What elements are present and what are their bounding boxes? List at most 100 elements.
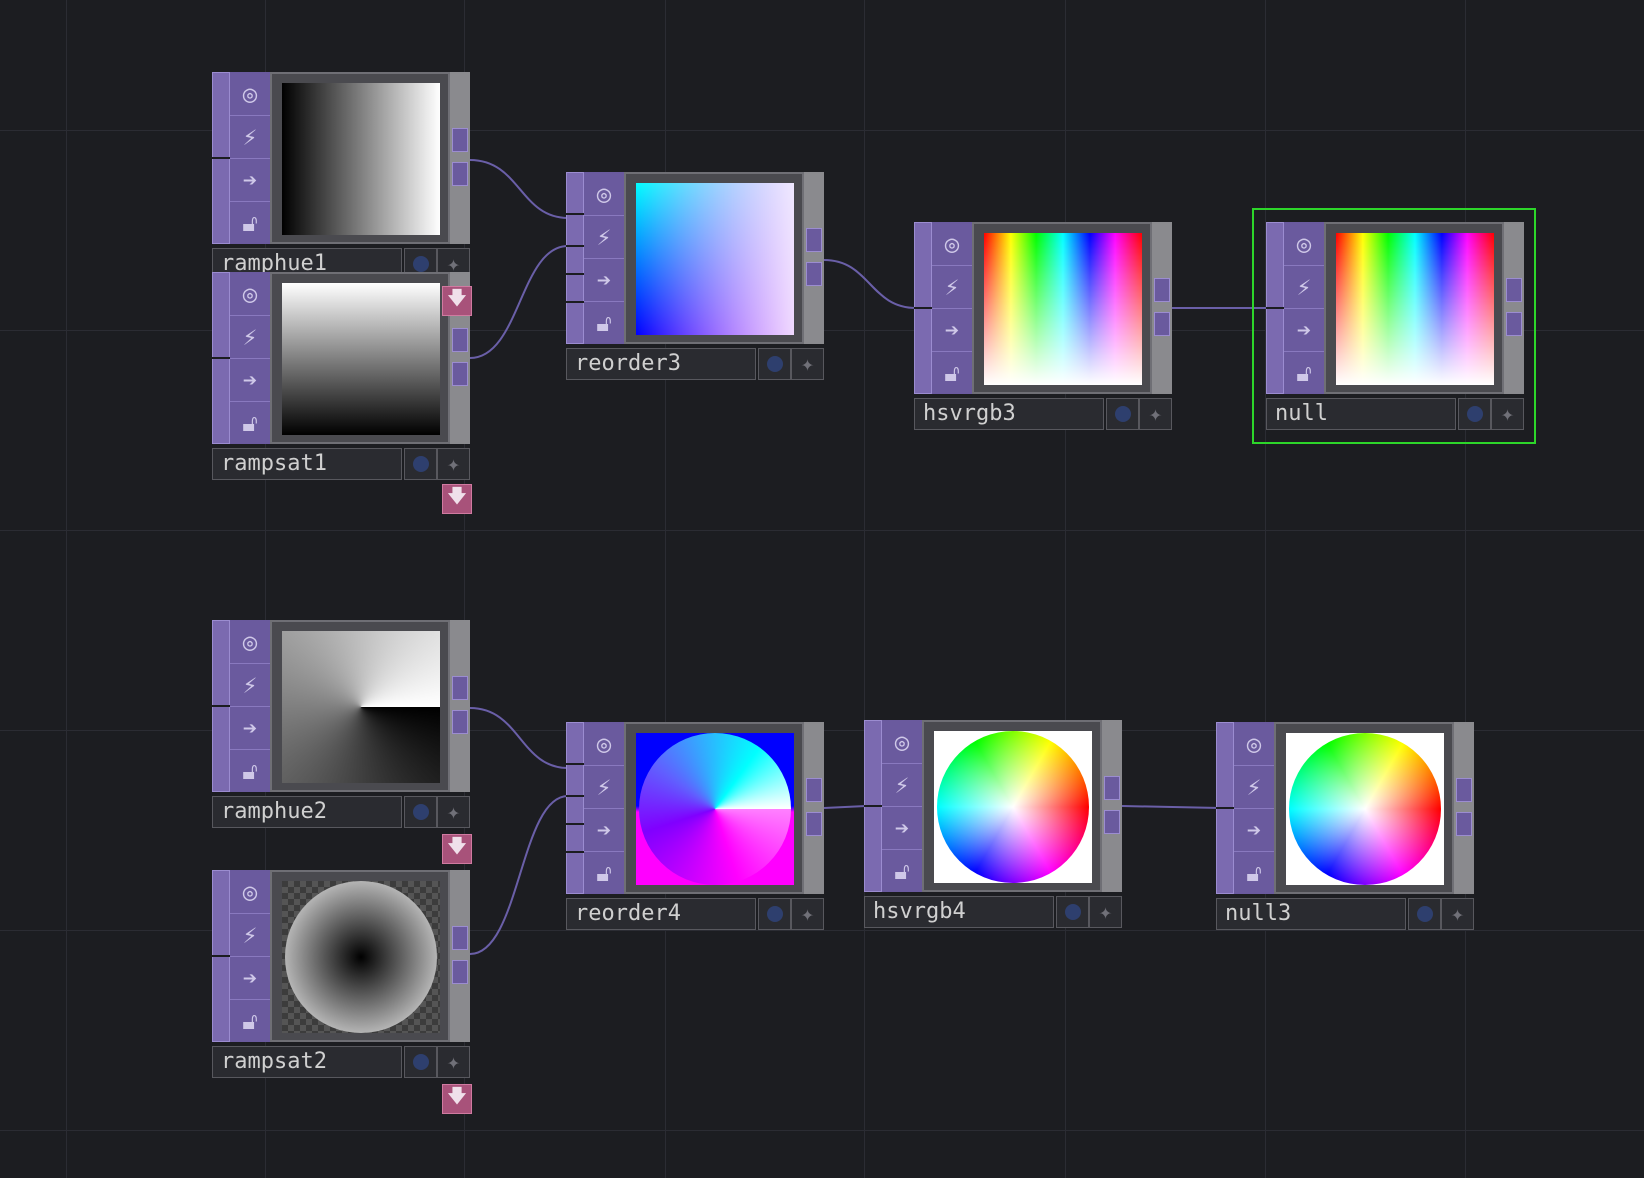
lock-icon[interactable]: 🔓︎ bbox=[584, 301, 624, 344]
node-name[interactable]: null bbox=[1266, 398, 1456, 430]
node-reorder4[interactable]: ◎ ⚡ ➔ 🔓︎ reorder4 ✦ bbox=[566, 722, 824, 930]
download-arrow-icon[interactable]: 🡇 bbox=[442, 834, 472, 864]
bypass-arrow-icon[interactable]: ➔ bbox=[230, 158, 270, 201]
display-dot-icon[interactable] bbox=[404, 1046, 437, 1078]
viewer-icon[interactable]: ◎ bbox=[230, 620, 270, 663]
download-arrow-icon[interactable]: 🡇 bbox=[442, 484, 472, 514]
input-strip[interactable] bbox=[914, 222, 933, 394]
lock-icon[interactable]: 🔓︎ bbox=[230, 999, 270, 1042]
lock-icon[interactable]: 🔓︎ bbox=[932, 351, 972, 394]
bypass-arrow-icon[interactable]: ➔ bbox=[882, 806, 922, 849]
output-connector[interactable] bbox=[1456, 778, 1472, 802]
output-connector[interactable] bbox=[452, 710, 468, 734]
cook-flag-icon[interactable]: ⚡ bbox=[230, 913, 270, 956]
node-hsvrgb3[interactable]: ◎ ⚡ ➔ 🔓︎ hsvrgb3 ✦ bbox=[914, 222, 1172, 430]
viewer-icon[interactable]: ◎ bbox=[584, 172, 624, 215]
cook-flag-icon[interactable]: ⚡ bbox=[932, 265, 972, 308]
lock-icon[interactable]: 🔓︎ bbox=[1284, 351, 1324, 394]
output-connector[interactable] bbox=[1506, 278, 1522, 302]
bypass-arrow-icon[interactable]: ➔ bbox=[230, 706, 270, 749]
cook-flag-icon[interactable]: ⚡ bbox=[1234, 765, 1274, 808]
node-rampsat2[interactable]: ◎ ⚡ ➔ 🔓︎ rampsat2 ✦ 🡇 bbox=[212, 870, 472, 1114]
input-strip[interactable] bbox=[1266, 222, 1285, 394]
output-connector[interactable] bbox=[452, 362, 468, 386]
viewer-icon[interactable]: ◎ bbox=[230, 272, 270, 315]
output-connector[interactable] bbox=[452, 128, 468, 152]
render-star-icon[interactable]: ✦ bbox=[791, 898, 824, 930]
lock-icon[interactable]: 🔓︎ bbox=[230, 401, 270, 444]
input-strip[interactable] bbox=[1216, 722, 1235, 894]
viewer-icon[interactable]: ◎ bbox=[1284, 222, 1324, 265]
output-connector[interactable] bbox=[1104, 776, 1120, 800]
cook-flag-icon[interactable]: ⚡ bbox=[584, 765, 624, 808]
cook-flag-icon[interactable]: ⚡ bbox=[230, 663, 270, 706]
display-dot-icon[interactable] bbox=[1056, 896, 1089, 928]
input-strip[interactable] bbox=[864, 720, 883, 892]
bypass-arrow-icon[interactable]: ➔ bbox=[584, 808, 624, 851]
input-strip[interactable] bbox=[212, 72, 231, 244]
viewer-icon[interactable]: ◎ bbox=[230, 870, 270, 913]
bypass-arrow-icon[interactable]: ➔ bbox=[230, 956, 270, 999]
lock-icon[interactable]: 🔓︎ bbox=[230, 201, 270, 244]
node-ramphue1[interactable]: ◎ ⚡ ➔ 🔓︎ ramphue1 ✦ bbox=[212, 72, 470, 280]
viewer-icon[interactable]: ◎ bbox=[584, 722, 624, 765]
output-connector[interactable] bbox=[1456, 812, 1472, 836]
cook-flag-icon[interactable]: ⚡ bbox=[1284, 265, 1324, 308]
input-strip[interactable] bbox=[566, 722, 585, 894]
output-connector[interactable] bbox=[1154, 278, 1170, 302]
cook-flag-icon[interactable]: ⚡ bbox=[230, 315, 270, 358]
bypass-arrow-icon[interactable]: ➔ bbox=[1234, 808, 1274, 851]
display-dot-icon[interactable] bbox=[404, 448, 437, 480]
input-strip[interactable] bbox=[212, 272, 231, 444]
node-name[interactable]: null3 bbox=[1216, 898, 1406, 930]
input-strip[interactable] bbox=[212, 620, 231, 792]
render-star-icon[interactable]: ✦ bbox=[437, 448, 470, 480]
bypass-arrow-icon[interactable]: ➔ bbox=[1284, 308, 1324, 351]
output-connector[interactable] bbox=[452, 960, 468, 984]
input-strip[interactable] bbox=[566, 172, 585, 344]
output-connector[interactable] bbox=[452, 328, 468, 352]
bypass-arrow-icon[interactable]: ➔ bbox=[230, 358, 270, 401]
node-null3[interactable]: ◎ ⚡ ➔ 🔓︎ null3 ✦ bbox=[1216, 722, 1474, 930]
output-connector[interactable] bbox=[1506, 312, 1522, 336]
network-editor[interactable]: ◎ ⚡ ➔ 🔓︎ ramphue1 ✦ ◎ ⚡ ➔ 🔓︎ rampsat1 ✦ … bbox=[0, 0, 1644, 1178]
output-connector[interactable] bbox=[452, 926, 468, 950]
node-name[interactable]: ramphue2 bbox=[212, 796, 402, 828]
cook-flag-icon[interactable]: ⚡ bbox=[882, 763, 922, 806]
viewer-icon[interactable]: ◎ bbox=[1234, 722, 1274, 765]
render-star-icon[interactable]: ✦ bbox=[1089, 896, 1122, 928]
lock-icon[interactable]: 🔓︎ bbox=[584, 851, 624, 894]
node-null[interactable]: ◎ ⚡ ➔ 🔓︎ null ✦ bbox=[1252, 208, 1536, 444]
bypass-arrow-icon[interactable]: ➔ bbox=[932, 308, 972, 351]
node-name[interactable]: hsvrgb4 bbox=[864, 896, 1054, 928]
output-connector[interactable] bbox=[452, 162, 468, 186]
output-connector[interactable] bbox=[806, 228, 822, 252]
display-dot-icon[interactable] bbox=[404, 796, 437, 828]
render-star-icon[interactable]: ✦ bbox=[437, 1046, 470, 1078]
display-dot-icon[interactable] bbox=[758, 898, 791, 930]
node-rampsat1[interactable]: ◎ ⚡ ➔ 🔓︎ rampsat1 ✦ 🡇 🡇 bbox=[212, 272, 472, 514]
node-name[interactable]: rampsat1 bbox=[212, 448, 402, 480]
cook-flag-icon[interactable]: ⚡ bbox=[230, 115, 270, 158]
viewer-icon[interactable]: ◎ bbox=[882, 720, 922, 763]
render-star-icon[interactable]: ✦ bbox=[791, 348, 824, 380]
lock-icon[interactable]: 🔓︎ bbox=[882, 849, 922, 892]
node-reorder3[interactable]: ◎ ⚡ ➔ 🔓︎ reorder3 ✦ bbox=[566, 172, 824, 380]
display-dot-icon[interactable] bbox=[1458, 398, 1491, 430]
lock-icon[interactable]: 🔓︎ bbox=[1234, 851, 1274, 894]
node-name[interactable]: rampsat2 bbox=[212, 1046, 402, 1078]
node-name[interactable]: reorder4 bbox=[566, 898, 756, 930]
download-arrow-icon[interactable]: 🡇 bbox=[442, 1084, 472, 1114]
download-arrow-icon[interactable]: 🡇 bbox=[442, 286, 472, 316]
viewer-icon[interactable]: ◎ bbox=[230, 72, 270, 115]
render-star-icon[interactable]: ✦ bbox=[437, 796, 470, 828]
node-name[interactable]: hsvrgb3 bbox=[914, 398, 1104, 430]
output-connector[interactable] bbox=[452, 676, 468, 700]
bypass-arrow-icon[interactable]: ➔ bbox=[584, 258, 624, 301]
render-star-icon[interactable]: ✦ bbox=[1139, 398, 1172, 430]
output-connector[interactable] bbox=[806, 262, 822, 286]
display-dot-icon[interactable] bbox=[1106, 398, 1139, 430]
output-connector[interactable] bbox=[1154, 312, 1170, 336]
render-star-icon[interactable]: ✦ bbox=[1491, 398, 1524, 430]
display-dot-icon[interactable] bbox=[1408, 898, 1441, 930]
